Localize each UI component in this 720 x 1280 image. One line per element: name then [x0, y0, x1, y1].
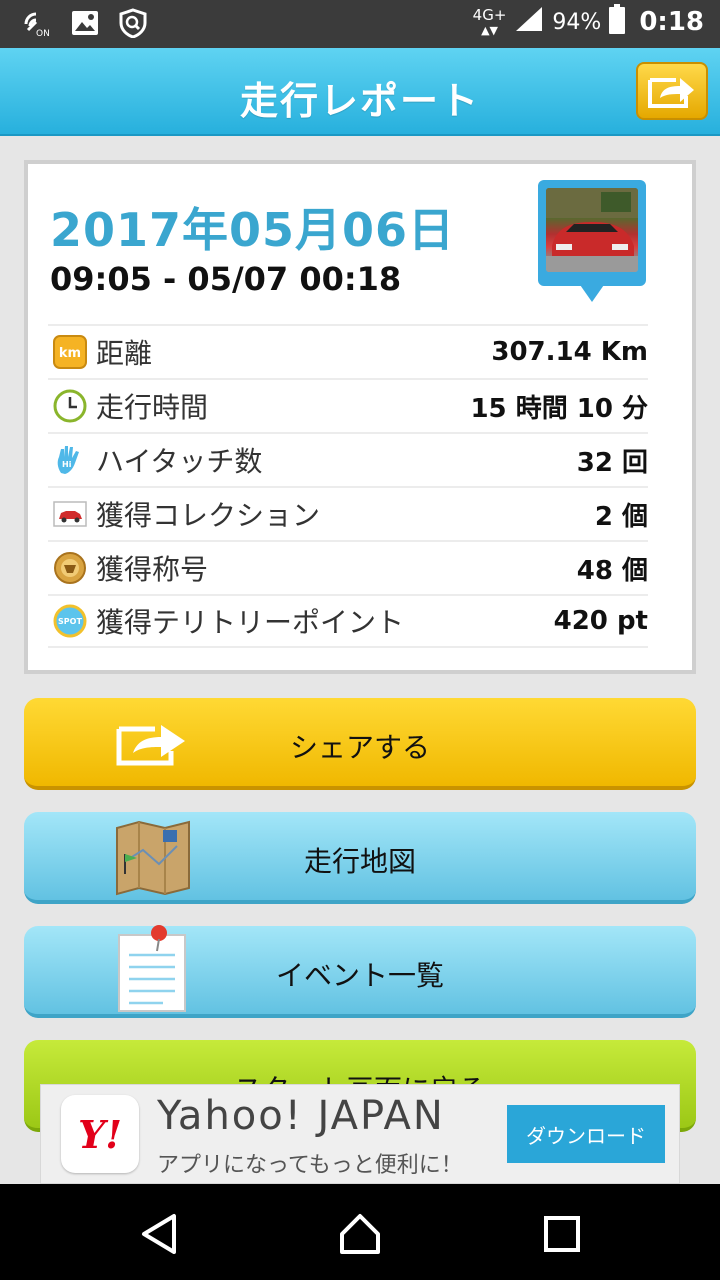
drive-map-button[interactable]: 走行地図: [24, 812, 696, 904]
status-bar: ON 4G+ ▲▼ 94% 0:18: [0, 0, 720, 48]
stat-label: 走行時間: [96, 391, 209, 424]
shield-icon: [118, 8, 148, 38]
stat-label: 獲得コレクション: [96, 499, 321, 532]
stat-value: 2 個: [594, 501, 648, 532]
stat-value: 32 回: [576, 447, 648, 478]
svg-text:Hi: Hi: [62, 460, 72, 469]
stat-label: 獲得テリトリーポイント: [96, 606, 405, 639]
navigation-bar: [0, 1184, 720, 1280]
km-icon: km: [52, 334, 88, 370]
spot-icon: SPOT: [52, 603, 88, 639]
back-icon: [142, 1214, 176, 1254]
report-card: 2017年05月06日 09:05 - 05/07 00:18 km 距離 30…: [24, 160, 696, 674]
clock-icon: [52, 388, 88, 424]
ad-title: Yahoo! JAPAN: [157, 1093, 445, 1139]
stat-label: 距離: [96, 337, 153, 370]
stat-value: 420 pt: [553, 606, 648, 636]
photo-pin-tail: [578, 282, 606, 302]
event-list-button[interactable]: イベント一覧: [24, 925, 696, 1018]
photo-frame: [538, 180, 646, 286]
stats-list: km 距離 307.14 Km 走行時間 15 時間 10 分 Hi ハイタッチ…: [48, 324, 648, 648]
svg-text:ON: ON: [36, 29, 50, 38]
svg-text:km: km: [59, 346, 81, 361]
share-button-label: シェアする: [289, 731, 430, 764]
stat-row-drive-time: 走行時間 15 時間 10 分: [48, 378, 648, 432]
network-type: 4G+: [472, 6, 507, 24]
stat-value: 48 個: [576, 555, 648, 586]
nfc-on-icon: ON: [22, 8, 52, 38]
yahoo-logo: Y!: [61, 1095, 139, 1173]
signal-icon: [514, 5, 544, 39]
stat-row-hi-five: Hi ハイタッチ数 32 回: [48, 432, 648, 486]
recents-nav-button[interactable]: [540, 1212, 584, 1256]
network-indicator: 4G+ ▲▼: [472, 6, 507, 38]
stat-value: 15 時間 10 分: [470, 393, 648, 424]
report-date: 2017年05月06日: [50, 203, 456, 257]
app-header: 走行レポート: [0, 48, 720, 136]
stat-value: 307.14 Km: [491, 337, 648, 367]
share-button[interactable]: シェアする: [24, 698, 696, 790]
battery-percent: 94%: [552, 9, 602, 35]
recents-icon: [544, 1216, 580, 1252]
stat-row-territory: SPOT 獲得テリトリーポイント 420 pt: [48, 594, 648, 648]
ad-download-button[interactable]: ダウンロード: [507, 1105, 665, 1163]
drive-map-button-label: 走行地図: [303, 845, 416, 878]
clock: 0:18: [639, 7, 704, 37]
car-photo-pin[interactable]: [538, 180, 650, 312]
event-list-button-label: イベント一覧: [275, 959, 444, 992]
home-nav-button[interactable]: [338, 1212, 382, 1256]
stat-row-titles: 獲得称号 48 個: [48, 540, 648, 594]
svg-text:SPOT: SPOT: [58, 617, 82, 626]
ad-subtitle: アプリになってもっと便利に！: [157, 1153, 463, 1178]
ad-banner[interactable]: Y! Yahoo! JAPAN アプリになってもっと便利に！ ダウンロード: [40, 1084, 680, 1184]
back-nav-button[interactable]: [138, 1212, 182, 1256]
medal-icon: [52, 550, 88, 586]
hi-five-icon: Hi: [52, 442, 88, 478]
stat-row-distance: km 距離 307.14 Km: [48, 324, 648, 378]
header-share-button[interactable]: [636, 62, 708, 120]
stat-label: ハイタッチ数: [96, 445, 263, 478]
home-icon: [340, 1214, 380, 1254]
car-photo: [546, 188, 638, 272]
image-icon: [70, 8, 100, 38]
report-time-range: 09:05 - 05/07 00:18: [50, 260, 402, 298]
car-collection-icon: [52, 496, 88, 532]
stat-row-collection: 獲得コレクション 2 個: [48, 486, 648, 540]
battery-icon: [609, 4, 626, 40]
share-icon: [648, 78, 694, 108]
stat-label: 獲得称号: [96, 553, 209, 586]
page-title: 走行レポート: [239, 79, 480, 123]
